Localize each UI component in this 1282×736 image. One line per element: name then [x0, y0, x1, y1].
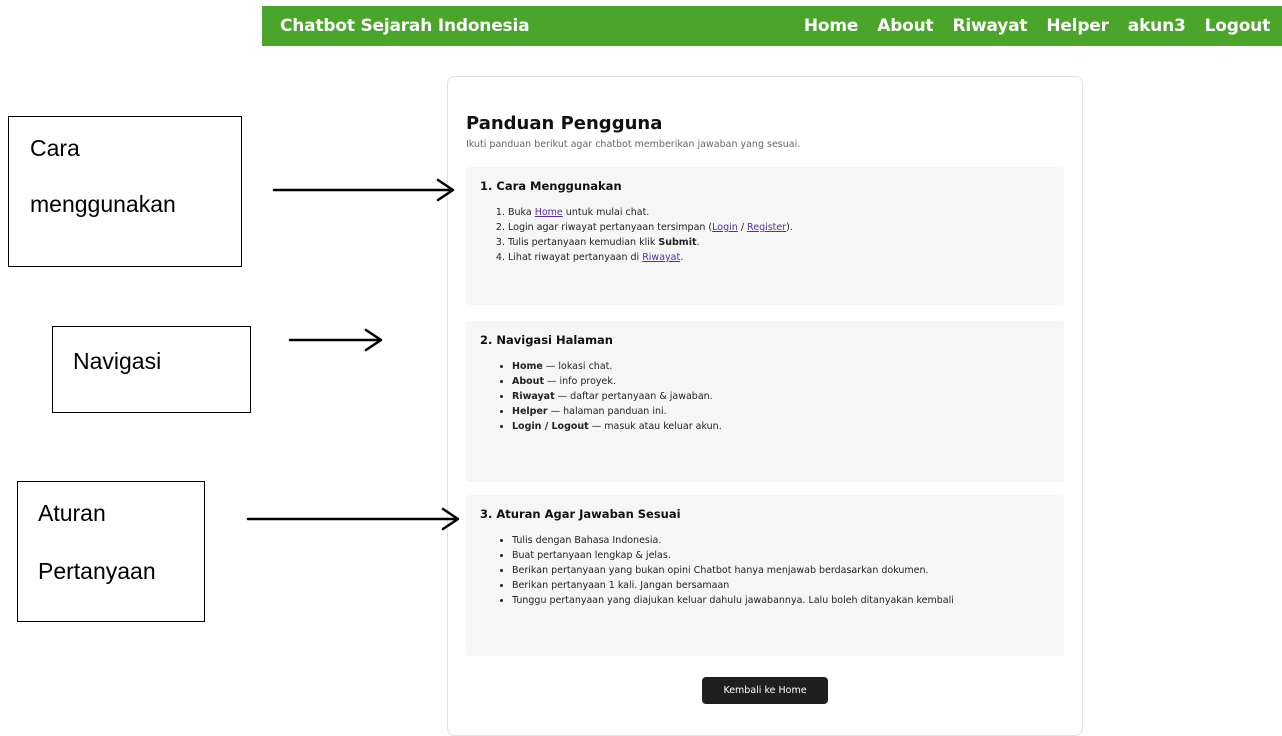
arrow-right-icon	[272, 178, 455, 202]
arrow-right-icon	[246, 507, 460, 531]
arrow-right-icon	[288, 328, 383, 352]
annotation-arrows	[246, 178, 460, 531]
